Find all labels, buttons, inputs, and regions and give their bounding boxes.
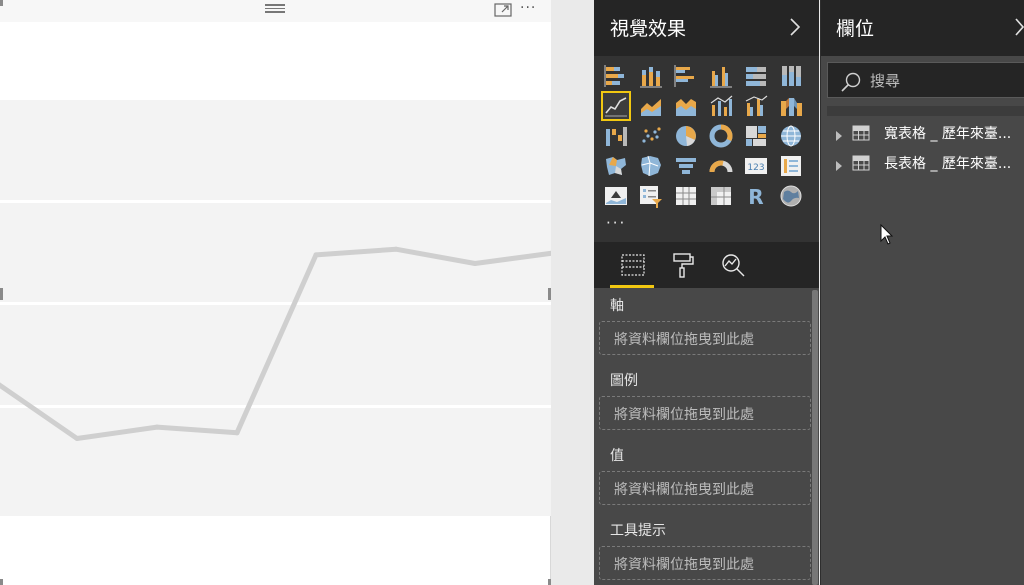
waterfall-chart-icon[interactable] <box>603 123 629 149</box>
stacked-column-chart-icon[interactable] <box>638 63 664 89</box>
card-icon[interactable]: 123 <box>743 153 769 179</box>
axis-drop-zone[interactable]: 將資料欄位拖曳到此處 <box>599 321 811 355</box>
fields-header: 欄位 <box>821 0 1024 56</box>
fields-divider <box>827 106 1024 116</box>
data-point[interactable] <box>234 430 240 436</box>
data-point[interactable] <box>154 424 160 430</box>
clustered-bar-chart-icon[interactable] <box>673 63 699 89</box>
r-visual-icon[interactable]: R <box>743 183 769 209</box>
shape-map-icon[interactable] <box>638 153 664 179</box>
analytics-icon <box>722 254 745 277</box>
search-input[interactable] <box>870 69 1020 93</box>
wells-scrollbar[interactable] <box>812 290 818 585</box>
data-point[interactable] <box>313 252 319 258</box>
data-point[interactable] <box>393 246 399 252</box>
visualizations-pane: 視覺效果 123 R ··· 軸 將資料欄位拖曳到此處 圖例 將資料欄位拖曳到此… <box>594 0 819 585</box>
stacked-bar-chart-icon[interactable] <box>603 63 629 89</box>
treemap-icon[interactable] <box>743 123 769 149</box>
svg-text:123: 123 <box>747 163 764 173</box>
analytics-tab[interactable] <box>710 248 754 288</box>
visualization-gallery: 123 R ··· <box>594 56 819 242</box>
well-label-axis: 軸 <box>610 298 624 314</box>
filled-map-icon[interactable] <box>603 153 629 179</box>
100-stacked-column-chart-icon[interactable] <box>778 63 804 89</box>
gauge-icon[interactable] <box>708 153 734 179</box>
line-and-stacked-column-chart-icon[interactable] <box>708 93 734 119</box>
well-label-tooltips: 工具提示 <box>610 523 666 539</box>
line-chart-icon[interactable] <box>601 91 631 121</box>
field-table-item[interactable]: 寬表格 _ 歷年來臺... <box>821 118 1024 148</box>
resize-handle[interactable] <box>548 288 551 300</box>
table-name: 寬表格 _ 歷年來臺... <box>884 126 1012 142</box>
well-label-values: 值 <box>610 448 624 464</box>
drop-zone-placeholder: 將資料欄位拖曳到此處 <box>614 557 754 573</box>
expand-arrow-icon[interactable] <box>835 127 843 146</box>
well-label-legend: 圖例 <box>610 373 638 389</box>
search-icon <box>840 71 862 97</box>
values-drop-zone[interactable]: 將資料欄位拖曳到此處 <box>599 471 811 505</box>
field-table-item[interactable]: 長表格 _ 歷年來臺... <box>821 148 1024 178</box>
legend-drop-zone[interactable]: 將資料欄位拖曳到此處 <box>599 396 811 430</box>
clustered-column-chart-icon[interactable] <box>708 63 734 89</box>
table-visual-icon[interactable] <box>673 183 699 209</box>
donut-chart-icon[interactable] <box>708 123 734 149</box>
data-point[interactable] <box>472 261 478 266</box>
visualizations-title: 視覺效果 <box>610 18 687 40</box>
series-line[interactable] <box>0 246 551 441</box>
100-stacked-bar-chart-icon[interactable] <box>743 63 769 89</box>
visualizations-header: 視覺效果 <box>594 0 819 56</box>
kpi-icon[interactable] <box>603 183 629 209</box>
multi-row-card-icon[interactable] <box>778 153 804 179</box>
expand-arrow-icon[interactable] <box>835 157 843 176</box>
format-tab[interactable] <box>660 248 704 288</box>
line-chart-plot <box>0 246 551 441</box>
more-options-icon[interactable]: ··· <box>520 0 546 18</box>
fields-search-box[interactable] <box>827 62 1024 98</box>
drop-zone-placeholder: 將資料欄位拖曳到此處 <box>614 332 754 348</box>
matrix-icon[interactable] <box>708 183 734 209</box>
chevron-right-icon[interactable] <box>788 16 802 42</box>
chevron-right-icon[interactable] <box>1014 16 1024 42</box>
arcgis-map-icon[interactable] <box>778 183 804 209</box>
drag-handle-icon[interactable] <box>265 2 285 14</box>
visualizations-tab-bar <box>594 242 819 288</box>
data-point[interactable] <box>74 436 80 441</box>
table-icon <box>852 125 870 145</box>
funnel-icon[interactable] <box>673 153 699 179</box>
fields-tab[interactable] <box>610 248 654 288</box>
resize-handle[interactable] <box>0 579 3 585</box>
resize-handle[interactable] <box>548 579 551 585</box>
focus-mode-icon[interactable] <box>494 2 512 18</box>
field-wells: 軸 將資料欄位拖曳到此處 圖例 將資料欄位拖曳到此處 值 將資料欄位拖曳到此處 … <box>594 288 819 585</box>
paint-roller-icon <box>673 253 694 278</box>
table-icon <box>852 155 870 175</box>
line-chart-visual[interactable]: ··· <box>0 0 551 585</box>
resize-handle[interactable] <box>0 0 3 6</box>
map-icon[interactable] <box>778 123 804 149</box>
line-and-clustered-column-chart-icon[interactable] <box>743 93 769 119</box>
scatter-chart-icon[interactable] <box>638 123 664 149</box>
more-visuals-icon[interactable]: ··· <box>606 214 626 232</box>
slicer-icon[interactable] <box>638 183 664 209</box>
stacked-area-chart-icon[interactable] <box>673 93 699 119</box>
fields-icon <box>621 254 645 276</box>
tooltips-drop-zone[interactable]: 將資料欄位拖曳到此處 <box>599 546 811 580</box>
pie-chart-icon[interactable] <box>673 123 699 149</box>
svg-text:R: R <box>748 185 763 209</box>
drop-zone-placeholder: 將資料欄位拖曳到此處 <box>614 482 754 498</box>
drop-zone-placeholder: 將資料欄位拖曳到此處 <box>614 407 754 423</box>
table-name: 長表格 _ 歷年來臺... <box>884 156 1012 172</box>
fields-pane: 欄位 寬表格 _ 歷年來臺... 長表格 _ 歷年來臺... <box>820 0 1024 585</box>
ribbon-chart-icon[interactable] <box>778 93 804 119</box>
report-canvas: ··· <box>0 0 594 585</box>
mouse-cursor-icon <box>880 223 894 250</box>
area-chart-icon[interactable] <box>638 93 664 119</box>
fields-title: 欄位 <box>836 18 875 40</box>
resize-handle[interactable] <box>0 288 3 300</box>
